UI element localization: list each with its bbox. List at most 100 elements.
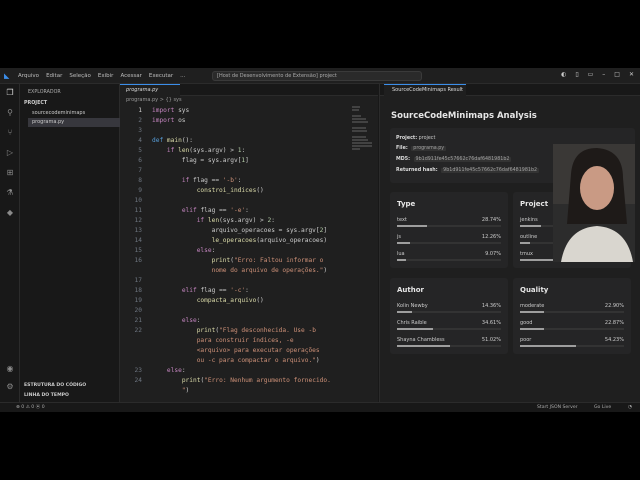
- settings-gear-icon[interactable]: ⚙: [5, 382, 15, 392]
- line-number: 17: [134, 277, 142, 284]
- line-number: 5: [138, 147, 142, 154]
- menu-edit[interactable]: Editar: [46, 73, 62, 79]
- stat-bar-fill: [397, 345, 451, 347]
- line-text: if len(sys.argv) > 2:: [196, 217, 275, 224]
- stat-label: js: [397, 234, 401, 240]
- search-icon[interactable]: ⚲: [5, 108, 15, 118]
- file-programa-py[interactable]: programa.py: [28, 118, 120, 127]
- code-line[interactable]: 10: [120, 196, 378, 206]
- stat-percent: 51.02%: [481, 337, 501, 343]
- testing-icon[interactable]: ⚗: [5, 188, 15, 198]
- code-line[interactable]: 22 print("Flag desconhecida. Use -b: [120, 326, 378, 336]
- stat-label: text: [397, 217, 407, 223]
- code-line[interactable]: 11 elif flag == '-e':: [120, 206, 378, 216]
- editor-minimap[interactable]: [352, 106, 374, 166]
- line-number: 14: [134, 237, 142, 244]
- project-folder[interactable]: PROJECT: [24, 101, 47, 106]
- line-text: print("Erro: Faltou informar o: [211, 257, 324, 264]
- stat-percent: 14.36%: [481, 303, 501, 309]
- code-line[interactable]: 18 elif flag == '-c':: [120, 286, 378, 296]
- code-line[interactable]: 1 import sys: [120, 106, 378, 116]
- notifications-icon[interactable]: ◔: [628, 403, 632, 412]
- menu-selection[interactable]: Seleção: [69, 73, 91, 79]
- code-line[interactable]: 14 le_operacoes(arquivo_operacoes): [120, 236, 378, 246]
- line-text: ou -c para compactar o arquivo."): [196, 357, 320, 364]
- outline-section[interactable]: ESTRUTURA DO CÓDIGO: [24, 383, 86, 388]
- card-quality: Quality moderate 22.90% good 22.87% poor 54.23…: [513, 278, 631, 354]
- code-line[interactable]: 23 else:: [120, 366, 378, 376]
- code-line[interactable]: 17: [120, 276, 378, 286]
- source-control-icon[interactable]: ⑂: [5, 128, 15, 138]
- run-debug-icon[interactable]: ▷: [5, 148, 15, 158]
- code-editor[interactable]: programa.py programa.py > {} sys 1 import…: [120, 84, 378, 402]
- timeline-section[interactable]: LINHA DO TEMPO: [24, 393, 69, 398]
- maximize-icon[interactable]: □: [614, 71, 620, 78]
- stat-bar-track: [520, 311, 624, 313]
- layout-panel-icon[interactable]: ▭: [588, 71, 594, 78]
- command-center[interactable]: [Host de Desenvolvimento de Extensão] pr…: [212, 71, 422, 81]
- stat-bar-track: [397, 259, 501, 261]
- menu-file[interactable]: Arquivo: [18, 73, 39, 79]
- menu-view[interactable]: Exibir: [98, 73, 114, 79]
- stat-label: Chris Raible: [397, 320, 427, 326]
- account-icon[interactable]: ◉: [5, 364, 15, 374]
- python-icon[interactable]: ◆: [5, 208, 15, 218]
- code-line[interactable]: <arquivo> para executar operações: [120, 346, 378, 356]
- card-type: Type text 28.74% js 12.26% lua 9.07%: [390, 192, 508, 268]
- go-live-button[interactable]: Go Live: [594, 403, 611, 412]
- problems-indicator[interactable]: ⊗ 0 ⚠ 0 ⦿ 0: [16, 403, 45, 412]
- layout-sidebar-icon[interactable]: ▯: [575, 71, 578, 78]
- code-line[interactable]: para construir índices, -e: [120, 336, 378, 346]
- code-line[interactable]: 13 arquivo_operacoes = sys.argv[2]: [120, 226, 378, 236]
- code-line[interactable]: 3: [120, 126, 378, 136]
- code-line[interactable]: 21 else:: [120, 316, 378, 326]
- code-line[interactable]: 16 print("Erro: Faltou informar o: [120, 256, 378, 266]
- stat-bar-fill: [520, 328, 544, 330]
- menu-more[interactable]: ...: [180, 73, 185, 79]
- code-line[interactable]: 2 import os: [120, 116, 378, 126]
- close-icon[interactable]: ✕: [629, 71, 634, 78]
- stat-row: js 12.26%: [397, 234, 501, 246]
- code-line[interactable]: "): [120, 386, 378, 396]
- menu-go[interactable]: Acessar: [120, 73, 141, 79]
- stat-percent: 22.87%: [604, 320, 624, 326]
- code-line[interactable]: 24 print("Erro: Nenhum argumento forneci…: [120, 376, 378, 386]
- tab-sourcecodeminimaps-result[interactable]: SourceCodeMinimaps Result: [384, 84, 466, 96]
- copilot-icon[interactable]: ◐: [561, 71, 566, 78]
- minimize-icon[interactable]: –: [602, 71, 605, 78]
- stat-bar-fill: [397, 259, 407, 261]
- code-line[interactable]: 6 flag = sys.argv[1]: [120, 156, 378, 166]
- stat-label: tmux: [520, 251, 533, 257]
- code-line[interactable]: nome do arquivo de operações."): [120, 266, 378, 276]
- code-line[interactable]: 5 if len(sys.argv) > 1:: [120, 146, 378, 156]
- code-line[interactable]: 15 else:: [120, 246, 378, 256]
- code-line[interactable]: 20: [120, 306, 378, 316]
- menu-run[interactable]: Executar: [149, 73, 173, 79]
- line-text: le_operacoes(arquivo_operacoes): [211, 237, 328, 244]
- code-line[interactable]: 9 constroi_indices(): [120, 186, 378, 196]
- stat-row: text 28.74%: [397, 217, 501, 229]
- breadcrumb[interactable]: programa.py > {} sys: [126, 97, 182, 103]
- stat-bar-fill: [520, 311, 544, 313]
- extensions-icon[interactable]: ⊞: [5, 168, 15, 178]
- line-number: 4: [138, 137, 142, 144]
- tab-programa-py[interactable]: programa.py: [120, 84, 180, 96]
- code-line[interactable]: 8 if flag == '-b':: [120, 176, 378, 186]
- line-text: "): [181, 387, 190, 394]
- code-line[interactable]: 7: [120, 166, 378, 176]
- code-line[interactable]: 19 compacta_arquivo(): [120, 296, 378, 306]
- panel-tab-bar: SourceCodeMinimaps Result: [380, 84, 640, 96]
- line-text: else:: [166, 367, 186, 374]
- stat-bar-track: [397, 328, 501, 330]
- stat-percent: 12.26%: [481, 234, 501, 240]
- line-number: 3: [138, 127, 142, 134]
- code-line[interactable]: ou -c para compactar o arquivo."): [120, 356, 378, 366]
- explorer-icon[interactable]: ❐: [5, 88, 15, 98]
- code-line[interactable]: 4 def main():: [120, 136, 378, 146]
- file-sourcecodeminimaps[interactable]: sourcecodeminimaps: [28, 109, 120, 118]
- stat-row: Shayna Chambless 51.02%: [397, 337, 501, 349]
- line-text: else:: [181, 317, 201, 324]
- code-line[interactable]: 12 if len(sys.argv) > 2:: [120, 216, 378, 226]
- start-json-server-button[interactable]: Start JSON Server: [537, 403, 578, 412]
- stat-label: outline: [520, 234, 538, 240]
